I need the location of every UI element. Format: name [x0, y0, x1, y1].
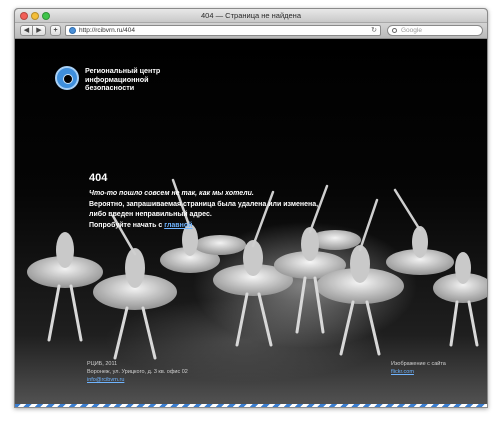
error-line4: Попробуйте начать с главной	[89, 221, 193, 229]
footer-contacts: РЦИБ, 2011 Воронеж, ул. Урицкого, д. 3 к…	[87, 360, 188, 384]
window-title: 404 — Страница не найдена	[200, 11, 302, 20]
home-link[interactable]: главной	[164, 222, 192, 229]
back-button[interactable]: ◀	[20, 25, 33, 36]
image-credit: Изображение с сайта flickr.com	[391, 360, 446, 376]
image-source-link[interactable]: flickr.com	[391, 368, 446, 376]
search-placeholder: Google	[401, 27, 422, 34]
error-code: 404	[89, 172, 108, 184]
address-bar[interactable]: http://rcibvrn.ru/404 ↻	[65, 25, 381, 36]
org-name[interactable]: Региональный центр информационной безопа…	[85, 66, 195, 93]
search-input[interactable]: Google	[387, 25, 483, 36]
address: Воронеж, ул. Урицкого, д. 3 кв. офис 02	[87, 369, 188, 375]
org-name-line3: безопасности	[85, 83, 135, 92]
globe-icon	[69, 27, 76, 34]
browser-toolbar: ◀ ▶ + http://rcibvrn.ru/404 ↻ Google	[15, 23, 487, 39]
bottom-stripe	[15, 404, 487, 407]
error-line3: либо введен неправильный адрес.	[89, 211, 212, 218]
copyright: РЦИБ, 2011	[87, 361, 118, 367]
error-message: Что-то пошло совсем не так, как мы хотел…	[89, 189, 329, 231]
title-bar: 404 — Страница не найдена	[15, 9, 487, 23]
page-content: Региональный центр информационной безопа…	[15, 40, 487, 407]
reload-icon[interactable]: ↻	[371, 26, 377, 34]
rcib-logo-icon[interactable]	[55, 66, 79, 90]
image-credit-label: Изображение с сайта	[391, 361, 446, 367]
add-bookmark-button[interactable]: +	[50, 25, 61, 36]
search-icon	[392, 28, 397, 33]
error-line1: Что-то пошло совсем не так, как мы хотел…	[89, 190, 254, 197]
browser-window: 404 — Страница не найдена ◀ ▶ + http://r…	[14, 8, 488, 408]
footer-email-link[interactable]: info@rcibvrn.ru	[87, 376, 188, 384]
forward-button[interactable]: ▶	[33, 25, 46, 36]
address-bar-url: http://rcibvrn.ru/404	[79, 27, 135, 34]
error-line2: Вероятно, запрашиваемая страница была уд…	[89, 200, 319, 208]
